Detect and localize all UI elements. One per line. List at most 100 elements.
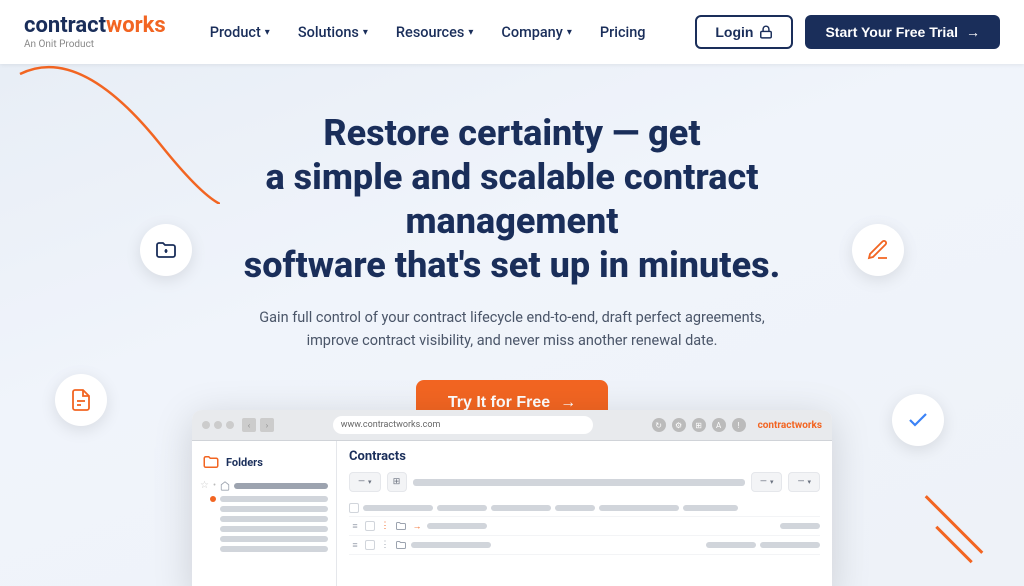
cell-line [599,505,679,511]
nav-actions: Login Start Your Free Trial → [695,15,1000,49]
float-folder-icon [140,224,192,276]
hero-subtitle: Gain full control of your contract lifec… [252,306,772,352]
cell-line [437,505,487,511]
checkbox[interactable] [349,503,359,513]
sidebar-line [220,506,328,512]
contracts-header: Contracts [349,449,820,464]
dot-yellow [214,421,222,429]
browser-chrome: ‹ › www.contractworks.com ↻ ⚙ ⊞ A ! cont… [192,410,832,441]
cell-line [411,542,491,548]
toolbar-spacer [413,479,745,486]
sidebar-sub-row-4 [210,524,336,534]
table-row: ≡ ⋮ → [349,517,820,536]
sort-btn[interactable]: — ▾ [751,472,783,492]
dots-icon: ⋮ [379,521,391,531]
star-icon: ☆ [200,480,209,491]
folder-icon [154,238,178,262]
sidebar-line [220,496,328,502]
cell-line [427,523,487,529]
contracts-toolbar: — ▾ ⊞ — ▾ — ▾ [349,472,820,492]
float-doc-icon [55,374,107,426]
dots-icon: ⋮ [379,540,391,550]
float-check-icon [892,394,944,446]
checkbox[interactable] [365,521,375,531]
sidebar-line [220,526,328,532]
cell-line [491,505,551,511]
filter-btn[interactable]: — ▾ [349,472,381,492]
hero-title: Restore certainty — get a simple and sca… [162,112,862,288]
app-sidebar: Folders ☆ • [192,441,337,586]
folders-icon [202,453,220,471]
sidebar-sub-row-2 [210,504,336,514]
chevron-down-icon: ▾ [468,27,473,38]
cell-line [706,542,756,548]
home-icon [220,481,230,491]
filter-btn-2[interactable]: — ▾ [788,472,820,492]
sidebar-sub-row-6 [210,544,336,554]
chevron-down-icon: ▾ [265,27,270,38]
pencil-icon [866,238,890,262]
check-icon [906,408,930,432]
chevron-icon: ▾ [368,478,372,486]
sidebar-line [234,483,328,489]
sidebar-header: Folders [192,449,336,477]
table-row: ≡ ⋮ [349,536,820,555]
app-main: Contracts — ▾ ⊞ — ▾ — ▾ [337,441,832,586]
browser-icons: ↻ ⚙ ⊞ A ! [652,418,746,432]
logo-contract: contract [24,13,106,38]
nav-item-product[interactable]: Product ▾ [198,16,282,49]
nav-item-resources[interactable]: Resources ▾ [384,16,485,49]
chevron-icon: ▾ [807,478,811,486]
gear-icon: ⚙ [672,418,686,432]
contracts-table: ≡ ⋮ → ≡ ⋮ [349,500,820,555]
cell-line [683,505,738,511]
arrow-icon: → [966,24,980,40]
nav-item-company[interactable]: Company ▾ [489,16,584,49]
navbar: contractworks An Onit Product Product ▾ … [0,0,1024,64]
chevron-down-icon: ▾ [567,27,572,38]
chevron-icon: ▾ [770,478,774,486]
document-icon [69,388,93,412]
sidebar-sub-row-5 [210,534,336,544]
logo-tagline: An Onit Product [24,39,166,50]
hero-section: Restore certainty — get a simple and sca… [0,64,1024,586]
deco-line-2 [935,526,972,563]
nav-item-pricing[interactable]: Pricing [588,16,658,49]
cell-line [555,505,595,511]
sidebar-sub-row-3 [210,514,336,524]
sidebar-line [220,546,328,552]
dot-green [226,421,234,429]
view-toggle[interactable]: ⊞ [387,472,407,492]
float-pencil-icon [852,224,904,276]
cell-line [760,542,820,548]
trial-button[interactable]: Start Your Free Trial → [805,15,1000,49]
sidebar-sub-row-1 [210,494,336,504]
menu-icon: ≡ [349,540,361,551]
folder-icon-sm [395,520,407,532]
sidebar-line [220,536,328,542]
app-logo-sm: contractworks [758,420,822,431]
nav-item-solutions[interactable]: Solutions ▾ [286,16,380,49]
user-icon: A [712,418,726,432]
sidebar-row-1: ☆ • [192,477,336,494]
table-row [349,500,820,517]
alert-icon: ! [732,418,746,432]
lock-icon [759,25,773,39]
sidebar-sub-rows [192,494,336,554]
folder-icon-sm [395,539,407,551]
sidebar-line [220,516,328,522]
browser-url[interactable]: www.contractworks.com [333,416,593,434]
browser-dots [202,421,234,429]
grid-icon: ⊞ [692,418,706,432]
checkbox[interactable] [365,540,375,550]
sidebar-header-label: Folders [226,456,263,469]
cell-line [363,505,433,511]
login-button[interactable]: Login [695,15,793,49]
app-mockup: ‹ › www.contractworks.com ↻ ⚙ ⊞ A ! cont… [192,410,832,586]
arrow-icon: → [411,521,423,532]
forward-icon: › [260,418,274,432]
logo[interactable]: contractworks An Onit Product [24,14,166,50]
bullet-icon: • [213,481,216,491]
cell-line [780,523,820,529]
menu-icon: ≡ [349,521,361,532]
